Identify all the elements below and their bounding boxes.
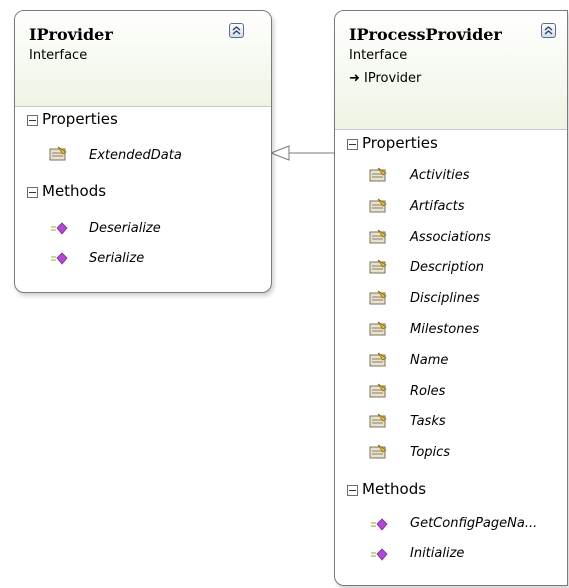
inherits-label: IProvider [364, 71, 422, 86]
property-artifacts[interactable]: Artifacts [410, 199, 465, 214]
properties-section-label[interactable]: Properties [362, 134, 438, 152]
property-icon [369, 413, 387, 433]
properties-section-label[interactable]: Properties [42, 110, 118, 128]
iprovider-title: IProvider [29, 25, 113, 44]
iprocessprovider-separator [335, 129, 567, 130]
property-roles[interactable]: Roles [410, 384, 445, 399]
property-icon [369, 167, 387, 187]
property-icon [369, 352, 387, 372]
property-icon [369, 444, 387, 464]
collapse-up-icon[interactable] [229, 23, 244, 38]
property-icon [369, 321, 387, 341]
property-tasks[interactable]: Tasks [410, 414, 446, 429]
iprocessprovider-stereotype: Interface [349, 48, 408, 63]
property-description[interactable]: Description [410, 260, 484, 275]
property-icon [369, 259, 387, 279]
method-serialize[interactable]: Serialize [89, 251, 144, 266]
property-icon [49, 146, 67, 166]
method-deserialize[interactable]: Deserialize [89, 221, 161, 236]
collapse-up-icon[interactable] [541, 23, 556, 38]
iprovider-separator [15, 106, 271, 107]
iprocessprovider-class-shape[interactable]: IProcessProvider Interface ➜ IProvider P… [334, 10, 568, 586]
property-icon [369, 383, 387, 403]
method-icon [371, 547, 389, 566]
method-icon [51, 221, 69, 240]
iprovider-class-shape[interactable]: IProvider Interface Properties ExtendedD… [14, 10, 272, 293]
property-extendeddata[interactable]: ExtendedData [89, 148, 182, 163]
method-initialize[interactable]: Initialize [410, 546, 464, 561]
property-disciplines[interactable]: Disciplines [410, 291, 480, 306]
property-topics[interactable]: Topics [410, 445, 450, 460]
property-milestones[interactable]: Milestones [410, 322, 479, 337]
property-icon [369, 198, 387, 218]
iprocessprovider-title: IProcessProvider [349, 25, 502, 44]
property-name[interactable]: Name [410, 353, 448, 368]
properties-collapse-toggle[interactable] [27, 115, 38, 126]
methods-collapse-toggle[interactable] [347, 485, 358, 496]
inherit-arrow-icon: ➜ [349, 71, 360, 86]
property-icon [369, 229, 387, 249]
properties-collapse-toggle[interactable] [347, 139, 358, 150]
property-icon [369, 290, 387, 310]
methods-collapse-toggle[interactable] [27, 187, 38, 198]
methods-section-label[interactable]: Methods [362, 480, 426, 498]
iprovider-stereotype: Interface [29, 48, 88, 63]
method-getconfigpagename[interactable]: GetConfigPageNa... [410, 516, 537, 531]
property-associations[interactable]: Associations [410, 230, 491, 245]
method-icon [51, 251, 69, 270]
iprocessprovider-inherits: ➜ IProvider [349, 71, 421, 86]
methods-section-label[interactable]: Methods [42, 182, 106, 200]
method-icon [371, 517, 389, 536]
property-activities[interactable]: Activities [410, 168, 470, 183]
